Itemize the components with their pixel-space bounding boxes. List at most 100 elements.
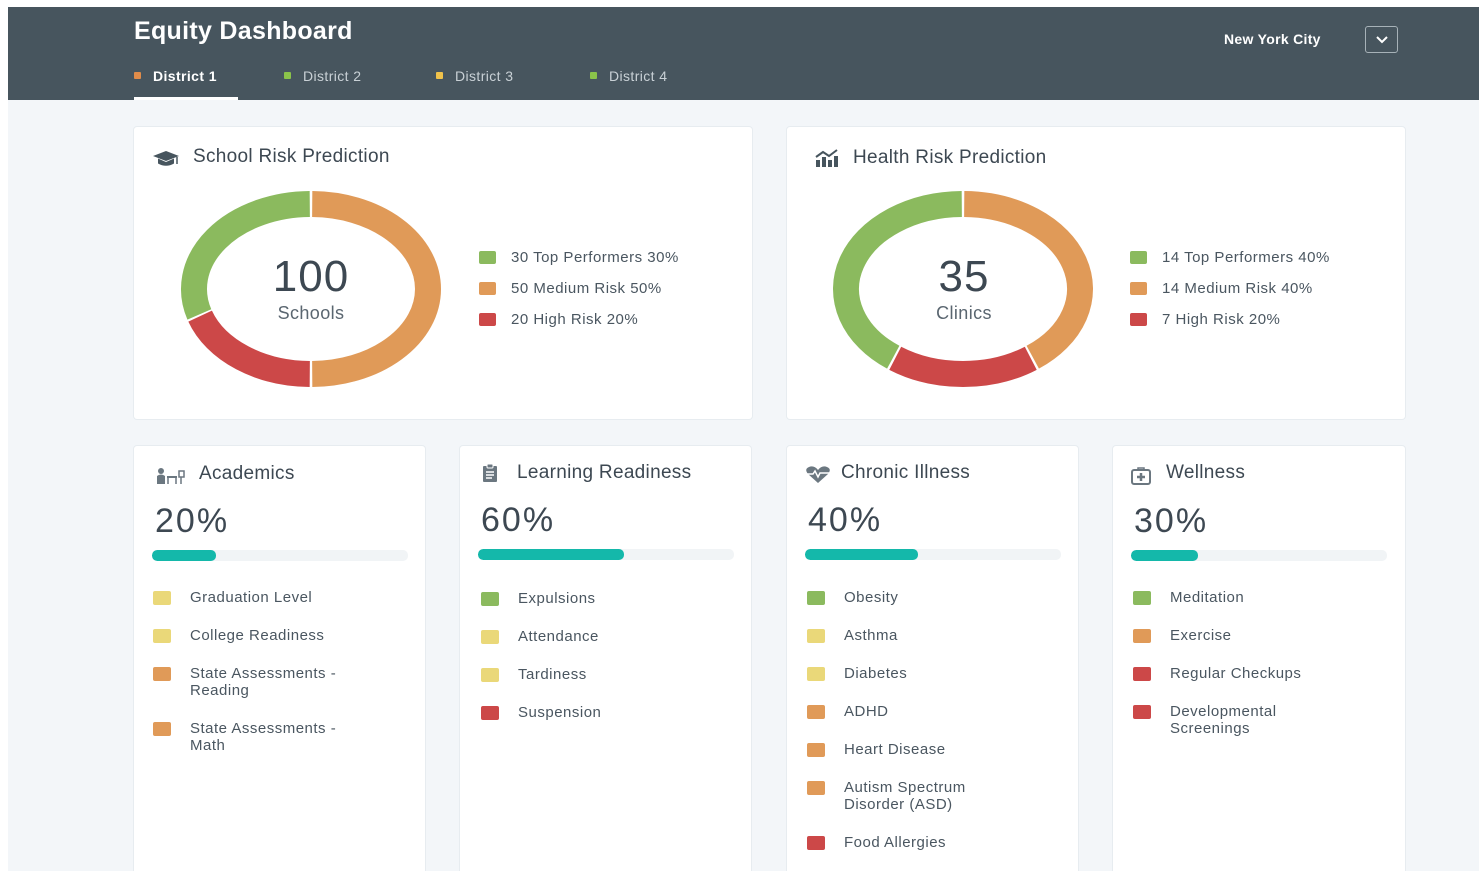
progress-fill <box>805 549 918 560</box>
list-item: College Readiness <box>153 627 393 644</box>
item-label: Regular Checkups <box>1170 665 1302 682</box>
item-swatch <box>481 630 499 644</box>
item-swatch <box>1133 705 1151 719</box>
metric-progress-bar <box>805 549 1061 560</box>
list-item: Exercise <box>1133 627 1373 644</box>
item-label: Attendance <box>518 628 599 645</box>
chart-trend-icon <box>815 149 838 167</box>
tab-label: District 1 <box>153 68 217 84</box>
donut-total: 35 <box>938 252 990 301</box>
district-dot-icon <box>436 72 443 79</box>
tab-label: District 2 <box>303 68 362 84</box>
card-title: Chronic Illness <box>841 462 971 483</box>
item-swatch <box>153 722 171 736</box>
classroom-icon <box>157 468 185 484</box>
item-swatch <box>807 629 825 643</box>
item-swatch <box>1133 629 1151 643</box>
medical-kit-icon <box>1131 467 1151 485</box>
list-item: State Assessments - Reading <box>153 665 368 699</box>
legend-swatch <box>1130 282 1147 295</box>
legend-label: 50 Medium Risk 50% <box>511 280 662 297</box>
item-swatch <box>807 781 825 795</box>
list-item: Obesity <box>807 589 1047 606</box>
item-swatch <box>807 667 825 681</box>
card-title: Learning Readiness <box>517 462 692 483</box>
tab-label: District 3 <box>455 68 514 84</box>
list-item: Suspension <box>481 704 721 721</box>
progress-fill <box>1131 550 1198 561</box>
legend-label: 14 Medium Risk 40% <box>1162 280 1313 297</box>
item-swatch <box>807 591 825 605</box>
donut-unit: Schools <box>277 303 345 323</box>
metric-progress-bar <box>1131 550 1387 561</box>
item-label: Graduation Level <box>190 589 313 606</box>
item-swatch <box>807 705 825 719</box>
card-title: Health Risk Prediction <box>853 147 1047 168</box>
academics-card: Academics 20% Graduation Level College R… <box>134 446 425 871</box>
item-label: Developmental Screenings <box>1170 703 1277 737</box>
city-dropdown-button[interactable] <box>1365 26 1398 53</box>
chevron-down-icon <box>1375 36 1388 44</box>
tab-district-3[interactable]: District 3 <box>436 62 590 100</box>
list-item: Food Allergies <box>807 834 1047 851</box>
donut-unit: Clinics <box>936 303 992 323</box>
list-item: Attendance <box>481 628 721 645</box>
learning-readiness-card: Learning Readiness 60% Expulsions Attend… <box>460 446 751 871</box>
list-item: Asthma <box>807 627 1047 644</box>
metric-items: Graduation Level College Readiness State… <box>153 589 393 775</box>
list-item: Heart Disease <box>807 741 1047 758</box>
legend-item: 30 Top Performers 30% <box>479 242 679 273</box>
list-item: Meditation <box>1133 589 1373 606</box>
donut-segment <box>188 310 311 387</box>
item-label: Exercise <box>1170 627 1232 644</box>
item-swatch <box>481 706 499 720</box>
item-label: Obesity <box>844 589 899 606</box>
graduation-cap-icon <box>153 151 179 166</box>
item-label: Autism Spectrum Disorder (ASD) <box>844 779 966 813</box>
tab-district-1[interactable]: District 1 <box>134 62 284 100</box>
item-label: Diabetes <box>844 665 908 682</box>
metric-progress-bar <box>152 550 408 561</box>
donut-segment <box>889 346 1037 387</box>
metric-percent: 30% <box>1134 502 1209 540</box>
health-risk-card: Health Risk Prediction 35 Clinics 14 Top… <box>787 127 1405 419</box>
metric-items: Obesity Asthma Diabetes ADHD Heart Disea… <box>807 589 1047 871</box>
item-label: Food Allergies <box>844 834 947 851</box>
item-swatch <box>153 629 171 643</box>
item-swatch <box>807 836 825 850</box>
item-label: ADHD <box>844 703 889 720</box>
health-risk-legend: 14 Top Performers 40% 14 Medium Risk 40%… <box>1130 242 1330 335</box>
legend-label: 30 Top Performers 30% <box>511 249 679 266</box>
list-item: Regular Checkups <box>1133 665 1373 682</box>
item-label: Asthma <box>844 627 898 644</box>
legend-swatch <box>1130 313 1147 326</box>
chronic-illness-card: Chronic Illness 40% Obesity Asthma Diabe… <box>787 446 1078 871</box>
card-title: Academics <box>199 463 295 484</box>
item-label: Tardiness <box>518 666 587 683</box>
heartbeat-icon <box>806 466 830 483</box>
legend-swatch <box>479 313 496 326</box>
card-title: Wellness <box>1166 462 1246 483</box>
legend-item: 7 High Risk 20% <box>1130 304 1330 335</box>
progress-fill <box>478 549 624 560</box>
list-item: State Assessments - Math <box>153 720 368 754</box>
school-risk-card: School Risk Prediction 100 Schools 30 To… <box>134 127 752 419</box>
district-dot-icon <box>284 72 291 79</box>
legend-label: 7 High Risk 20% <box>1162 311 1281 328</box>
tab-district-4[interactable]: District 4 <box>590 62 700 100</box>
legend-swatch <box>1130 251 1147 264</box>
item-swatch <box>153 591 171 605</box>
progress-fill <box>152 550 216 561</box>
district-dot-icon <box>590 72 597 79</box>
wellness-card: Wellness 30% Meditation Exercise Regular… <box>1113 446 1405 871</box>
item-swatch <box>1133 667 1151 681</box>
tab-district-2[interactable]: District 2 <box>284 62 436 100</box>
item-label: Meditation <box>1170 589 1245 606</box>
item-label: State Assessments - Reading <box>190 665 337 699</box>
legend-item: 50 Medium Risk 50% <box>479 273 679 304</box>
card-title: School Risk Prediction <box>193 146 390 167</box>
legend-item: 14 Top Performers 40% <box>1130 242 1330 273</box>
city-selector-label[interactable]: New York City <box>1224 31 1321 47</box>
list-item: Autism Spectrum Disorder (ASD) <box>807 779 1022 813</box>
legend-swatch <box>479 282 496 295</box>
